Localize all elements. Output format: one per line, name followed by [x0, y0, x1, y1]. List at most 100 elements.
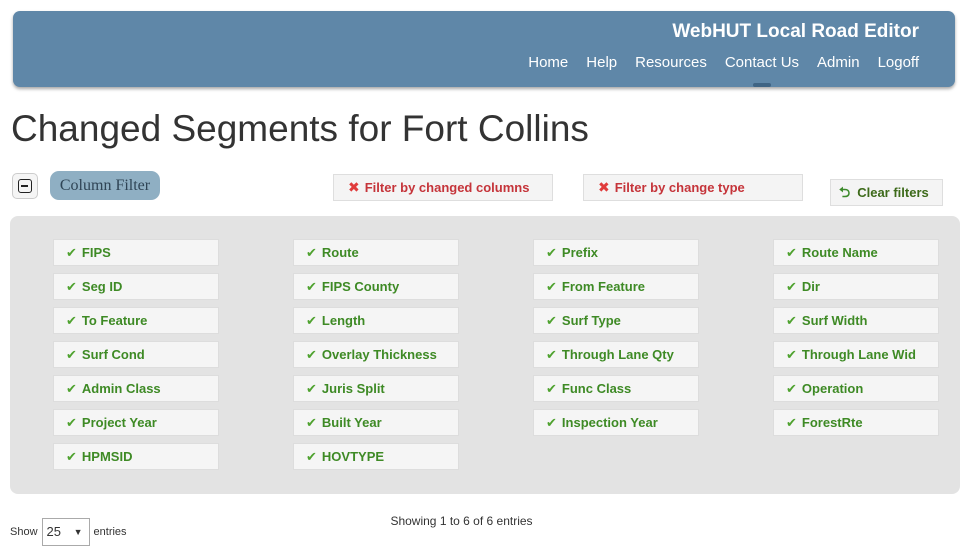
column-toggle-label: Overlay Thickness: [321, 347, 437, 362]
column-toggle-built-year[interactable]: ✔ Built Year: [293, 409, 459, 436]
check-icon: ✔: [786, 245, 797, 260]
column-toggle-seg-id[interactable]: ✔ Seg ID: [53, 273, 219, 300]
column-toggle-label: FIPS: [81, 245, 111, 260]
column-toggle-label: Func Class: [561, 381, 632, 396]
page-length-select[interactable]: 25 ▼: [41, 518, 90, 546]
column-toggle-to-feature[interactable]: ✔ To Feature: [53, 307, 219, 334]
clear-filters-button[interactable]: ⮌ Clear filters: [830, 179, 943, 206]
column-toggle-hpmsid[interactable]: ✔ HPMSID: [53, 443, 219, 470]
undo-arrow-icon: ⮌: [839, 184, 851, 200]
check-icon: ✔: [546, 313, 557, 328]
column-toggle-label: FIPS County: [321, 279, 400, 294]
column-toggle-route[interactable]: ✔ Route: [293, 239, 459, 266]
column-toggle-label: Surf Type: [561, 313, 621, 328]
column-toggle-label: Through Lane Wid: [801, 347, 916, 362]
column-toggle-label: Surf Cond: [81, 347, 145, 362]
nav-resources[interactable]: Resources: [635, 54, 707, 77]
filter-by-changed-columns-label: Filter by changed columns: [364, 180, 530, 195]
clear-filters-label: Clear filters: [857, 185, 929, 200]
check-icon: ✔: [306, 415, 317, 430]
check-icon: ✔: [66, 313, 77, 328]
column-toggle-label: HPMSID: [81, 449, 133, 464]
column-toggle-surf-type[interactable]: ✔ Surf Type: [533, 307, 699, 334]
check-icon: ✔: [306, 381, 317, 396]
nav-contact-us[interactable]: Contact Us: [725, 54, 799, 87]
column-toggle-from-feature[interactable]: ✔ From Feature: [533, 273, 699, 300]
column-toggle-surf-cond[interactable]: ✔ Surf Cond: [53, 341, 219, 368]
top-navbar: WebHUT Local Road Editor Home Help Resou…: [13, 11, 955, 87]
column-toggle-label: ForestRte: [801, 415, 863, 430]
page-length-control: Show 25 ▼ entries: [10, 518, 127, 546]
check-icon: ✔: [66, 415, 77, 430]
column-toggle-length[interactable]: ✔ Length: [293, 307, 459, 334]
check-icon: ✔: [786, 381, 797, 396]
column-toggle-admin-class[interactable]: ✔ Admin Class: [53, 375, 219, 402]
column-toggle-operation[interactable]: ✔ Operation: [773, 375, 939, 402]
x-icon: ✖: [348, 179, 360, 195]
column-toggle-label: Inspection Year: [561, 415, 658, 430]
check-icon: ✔: [306, 313, 317, 328]
collapse-filter-button[interactable]: [12, 173, 38, 199]
page-title: Changed Segments for Fort Collins: [11, 108, 589, 149]
check-icon: ✔: [546, 381, 557, 396]
column-toggle-label: Prefix: [561, 245, 599, 260]
column-toggle-through-lane-wid[interactable]: ✔ Through Lane Wid: [773, 341, 939, 368]
show-label: Show: [10, 526, 38, 538]
x-icon: ✖: [598, 179, 610, 195]
filter-by-changed-columns-button[interactable]: ✖ Filter by changed columns: [333, 174, 553, 201]
minus-icon: [18, 179, 32, 193]
column-filter-button[interactable]: Column Filter: [50, 171, 160, 200]
check-icon: ✔: [546, 415, 557, 430]
column-toggle-label: Project Year: [81, 415, 157, 430]
check-icon: ✔: [66, 245, 77, 260]
entries-label: entries: [93, 526, 127, 538]
nav-admin[interactable]: Admin: [817, 54, 860, 77]
column-toggle-inspection-year[interactable]: ✔ Inspection Year: [533, 409, 699, 436]
dropdown-arrow-icon: ▼: [73, 527, 83, 537]
nav-logoff[interactable]: Logoff: [878, 54, 919, 77]
column-toggle-juris-split[interactable]: ✔ Juris Split: [293, 375, 459, 402]
check-icon: ✔: [786, 415, 797, 430]
column-toggle-fips-county[interactable]: ✔ FIPS County: [293, 273, 459, 300]
column-toggle-label: HOVTYPE: [321, 449, 385, 464]
check-icon: ✔: [546, 245, 557, 260]
main-nav: Home Help Resources Contact Us Admin Log…: [510, 54, 919, 87]
check-icon: ✔: [786, 313, 797, 328]
column-toggle-through-lane-qty[interactable]: ✔ Through Lane Qty: [533, 341, 699, 368]
column-toggle-fips[interactable]: ✔ FIPS: [53, 239, 219, 266]
column-toggle-overlay-thickness[interactable]: ✔ Overlay Thickness: [293, 341, 459, 368]
check-icon: ✔: [66, 279, 77, 294]
column-toggle-label: Seg ID: [81, 279, 123, 294]
check-icon: ✔: [306, 449, 317, 464]
column-toggle-panel: ✔ FIPS ✔ Seg ID ✔ To Feature ✔ Surf Cond ✔ Ad…: [10, 216, 960, 494]
column-toggle-label: Juris Split: [321, 381, 385, 396]
column-toggle-surf-width[interactable]: ✔ Surf Width: [773, 307, 939, 334]
column-toggle-forestrte[interactable]: ✔ ForestRte: [773, 409, 939, 436]
check-icon: ✔: [786, 347, 797, 362]
column-toggle-dir[interactable]: ✔ Dir: [773, 273, 939, 300]
check-icon: ✔: [786, 279, 797, 294]
column-toggle-label: Route: [321, 245, 359, 260]
column-toggle-func-class[interactable]: ✔ Func Class: [533, 375, 699, 402]
column-toggle-project-year[interactable]: ✔ Project Year: [53, 409, 219, 436]
page-length-value: 25: [46, 524, 61, 539]
check-icon: ✔: [546, 279, 557, 294]
nav-help[interactable]: Help: [586, 54, 617, 77]
column-toggle-label: Admin Class: [81, 381, 161, 396]
column-toggle-label: Dir: [801, 279, 820, 294]
filter-by-change-type-label: Filter by change type: [614, 180, 745, 195]
column-toggle-route-name[interactable]: ✔ Route Name: [773, 239, 939, 266]
column-toggle-label: Operation: [801, 381, 864, 396]
column-toggle-label: Route Name: [801, 245, 878, 260]
nav-home[interactable]: Home: [528, 54, 568, 77]
filter-by-change-type-button[interactable]: ✖ Filter by change type: [583, 174, 803, 201]
table-info: Showing 1 to 6 of 6 entries: [390, 514, 533, 528]
check-icon: ✔: [66, 347, 77, 362]
check-icon: ✔: [306, 245, 317, 260]
column-toggle-prefix[interactable]: ✔ Prefix: [533, 239, 699, 266]
column-toggle-label: Surf Width: [801, 313, 868, 328]
app-brand: WebHUT Local Road Editor: [672, 21, 919, 42]
check-icon: ✔: [66, 449, 77, 464]
check-icon: ✔: [306, 279, 317, 294]
column-toggle-hovtype[interactable]: ✔ HOVTYPE: [293, 443, 459, 470]
